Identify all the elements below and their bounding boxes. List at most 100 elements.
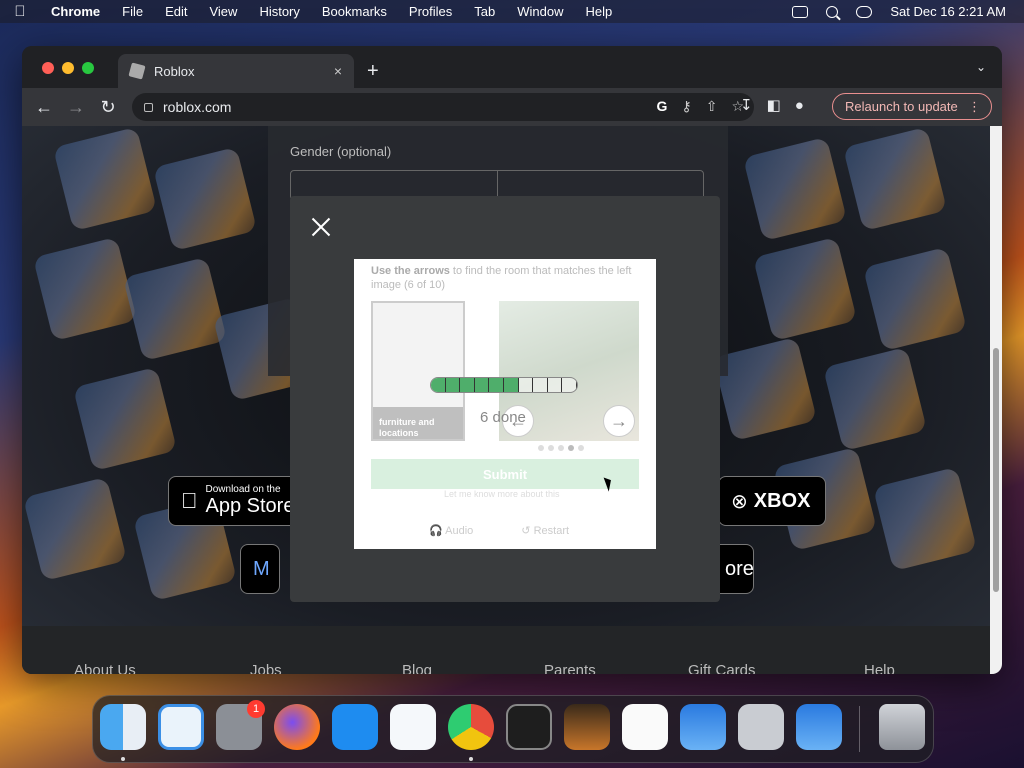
restart-button[interactable]: ↺ Restart [521, 524, 569, 537]
window-minimize-button[interactable] [62, 62, 74, 74]
footer-help-link[interactable]: Help [864, 662, 895, 674]
finder-running-dot [121, 757, 125, 761]
menu-file[interactable]: File [111, 4, 154, 19]
tab-roblox[interactable]: Roblox × [118, 54, 354, 88]
menu-clock[interactable]: Sat Dec 16 2:21 AM [890, 4, 1006, 19]
app-store-label: Download on the App Store [206, 484, 295, 518]
menu-profiles[interactable]: Profiles [398, 4, 463, 19]
menu-bar-status: Sat Dec 16 2:21 AM [792, 0, 1006, 23]
firefox-icon[interactable] [274, 704, 320, 750]
footer-parents-link[interactable]: Parents [544, 662, 596, 674]
restart-label: Restart [533, 525, 570, 537]
verification-modal: Use the arrows to find the room that mat… [290, 196, 720, 602]
forward-arrow-icon[interactable]: → [60, 97, 92, 118]
tab-close-icon[interactable]: × [334, 63, 342, 79]
pagination-dot [558, 445, 564, 451]
reload-icon[interactable]: ↻ [92, 97, 124, 118]
trash-icon[interactable] [879, 704, 925, 750]
menu-edit[interactable]: Edit [154, 4, 198, 19]
kebab-menu-icon[interactable]: ⋮ [968, 99, 981, 115]
menu-history[interactable]: History [248, 4, 310, 19]
footer-blog-link[interactable]: Blog [402, 662, 432, 674]
dock: 1 [92, 695, 934, 763]
share-icon[interactable]: ⇧ [706, 98, 718, 115]
new-tab-button[interactable]: + [367, 60, 379, 83]
url-text[interactable]: roblox.com [163, 99, 231, 115]
footer-jobs-link[interactable]: Jobs [250, 662, 282, 674]
progress-segment-pending [519, 378, 534, 392]
captcha-instruction: Use the arrows to find the room that mat… [371, 264, 641, 292]
footer-gift-cards-link[interactable]: Gift Cards [688, 662, 756, 674]
background-game-tile [72, 366, 178, 472]
app-store-button[interactable]:  Download on the App Store [168, 476, 308, 526]
gender-label: Gender (optional) [290, 144, 392, 159]
background-game-tile [32, 236, 138, 342]
menu-app-name[interactable]: Chrome [40, 4, 111, 19]
window-zoom-button[interactable] [82, 62, 94, 74]
launchpad-icon[interactable] [738, 704, 784, 750]
roblox-favicon-icon [128, 62, 146, 80]
background-game-tile [842, 126, 948, 232]
pagination-dot [578, 445, 584, 451]
pagination-dot-active [568, 445, 574, 451]
submit-button[interactable]: Submit [371, 459, 639, 489]
omnibox-actions: G ⚷ ⇧ ☆ [657, 98, 744, 115]
side-panel-icon[interactable]: ◧ [767, 96, 781, 114]
app-store-icon[interactable] [332, 704, 378, 750]
background-game-tile [22, 476, 128, 582]
download-icon[interactable]: ↧ [740, 96, 753, 114]
menu-window[interactable]: Window [506, 4, 574, 19]
xbox-logo-icon: ⊗ [731, 490, 748, 513]
background-game-tile [742, 136, 848, 242]
progress-segment-done [460, 378, 475, 392]
pagination-dot [538, 445, 544, 451]
lock-icon[interactable] [144, 102, 153, 112]
page-scrollbar[interactable] [990, 126, 1002, 674]
vscode-icon[interactable] [390, 704, 436, 750]
menu-help[interactable]: Help [575, 4, 624, 19]
address-bar[interactable]: roblox.com G ⚷ ⇧ ☆ [132, 93, 754, 121]
menu-view[interactable]: View [198, 4, 248, 19]
menu-tab[interactable]: Tab [463, 4, 506, 19]
scrollbar-thumb[interactable] [993, 348, 999, 592]
background-game-tile [752, 236, 858, 342]
captcha-progress-bar [430, 377, 578, 393]
control-center-icon[interactable] [856, 5, 873, 18]
menu-bar:  Chrome File Edit View History Bookmark… [0, 0, 1024, 23]
key-icon[interactable]: ⚷ [681, 98, 691, 115]
finder-icon[interactable] [100, 704, 146, 750]
modal-close-icon[interactable] [310, 216, 332, 238]
spotlight-search-icon[interactable] [826, 5, 839, 18]
safari-icon[interactable] [158, 704, 204, 750]
weather-icon[interactable] [680, 704, 726, 750]
profile-avatar-icon[interactable]: ● [795, 97, 804, 114]
footer-about-us-link[interactable]: About Us [74, 662, 136, 674]
background-game-tile [862, 246, 968, 352]
menu-bookmarks[interactable]: Bookmarks [311, 4, 398, 19]
textedit-icon[interactable] [622, 704, 668, 750]
apple-menu-icon[interactable]:  [0, 3, 40, 20]
relaunch-to-update-button[interactable]: Relaunch to update ⋮ [832, 93, 992, 120]
tab-search-chevron-icon[interactable]: ⌄ [976, 60, 986, 74]
captcha-instruction-bold: Use the arrows [371, 265, 450, 277]
captcha-footer: 🎧 Audio ↺ Restart [429, 524, 569, 537]
next-arrow-button[interactable]: → [603, 405, 635, 437]
xbox-store-button[interactable]: ⊗ XBOX [718, 476, 826, 526]
background-game-tile [872, 466, 978, 572]
browser-toolbar: ← → ↻ roblox.com G ⚷ ⇧ ☆ ↧ ◧ ● Relaunch … [22, 88, 1002, 126]
garageband-icon[interactable] [564, 704, 610, 750]
app-store-small-text: Download on the [189, 484, 281, 495]
back-arrow-icon[interactable]: ← [28, 97, 60, 118]
google-lens-icon[interactable]: G [657, 98, 668, 115]
window-close-button[interactable] [42, 62, 54, 74]
weather-widget-icon[interactable] [796, 704, 842, 750]
terminal-icon[interactable] [506, 704, 552, 750]
screen-mirror-icon[interactable] [792, 5, 809, 18]
captcha-frame: Use the arrows to find the room that mat… [354, 259, 656, 549]
app-store-big-text: App Store [189, 495, 295, 517]
captcha-help-text[interactable]: Let me know more about this [444, 489, 560, 499]
chrome-icon[interactable] [448, 704, 494, 750]
meta-store-button[interactable]: M [240, 544, 280, 594]
progress-segment-done [489, 378, 504, 392]
audio-button[interactable]: 🎧 Audio [429, 524, 473, 537]
